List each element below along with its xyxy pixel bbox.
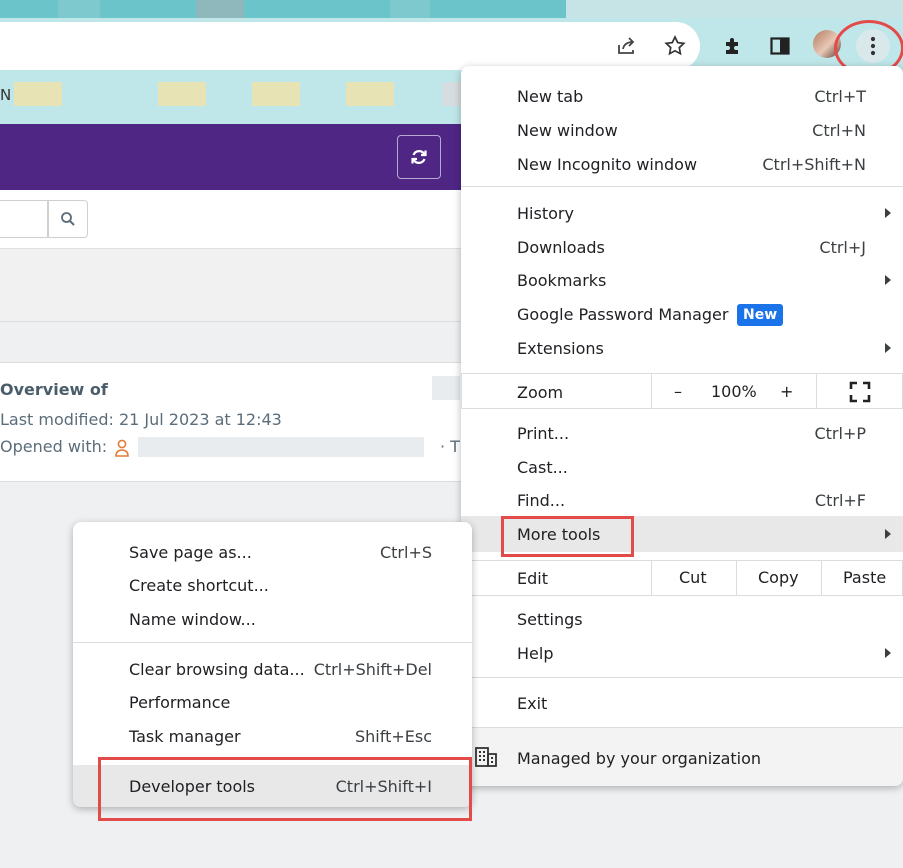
menu-item-print[interactable]: Print... (517, 424, 569, 443)
redacted-block (138, 437, 424, 457)
bookmark-item[interactable] (442, 82, 462, 106)
edit-divider (736, 560, 737, 596)
edit-divider (651, 560, 652, 596)
shortcut-print: Ctrl+P (814, 424, 866, 443)
shortcut-task-manager: Shift+Esc (354, 727, 432, 746)
submenu-item-performance[interactable]: Performance (129, 693, 230, 712)
bookmark-item[interactable] (252, 82, 300, 106)
shortcut-find: Ctrl+F (814, 491, 866, 510)
last-modified-text: Last modified: 21 Jul 2023 at 12:43 (0, 410, 282, 429)
menu-item-edit: Edit (517, 569, 548, 588)
submenu-item-clear-data[interactable]: Clear browsing data... (129, 660, 305, 679)
refresh-icon (411, 150, 427, 164)
menu-divider (461, 186, 903, 187)
chevron-right-icon (885, 529, 891, 539)
tab-strip-segment (58, 0, 100, 18)
refresh-button[interactable] (397, 135, 441, 179)
annotation-box (501, 516, 634, 557)
zoom-out-button[interactable]: – (674, 382, 682, 401)
chevron-right-icon (885, 343, 891, 353)
side-panel-icon[interactable] (765, 31, 795, 61)
tab-strip-segment (390, 0, 430, 18)
filter-area (0, 249, 470, 322)
shortcut-save-page: Ctrl+S (379, 543, 432, 562)
zoom-level: 100% (711, 382, 757, 401)
redacted-block (432, 376, 460, 400)
tab-strip-segment (566, 0, 903, 18)
shortcut-new-tab: Ctrl+T (814, 87, 866, 106)
person-icon (114, 438, 130, 462)
menu-item-downloads[interactable]: Downloads (517, 238, 605, 257)
puzzle-icon[interactable] (718, 31, 748, 61)
star-icon[interactable] (660, 31, 690, 61)
bookmark-item[interactable] (346, 82, 394, 106)
edit-divider (821, 560, 822, 596)
opened-with-label: Opened with: (0, 437, 108, 456)
menu-item-zoom: Zoom (517, 383, 564, 402)
menu-item-new-window[interactable]: New window (517, 121, 618, 140)
building-icon (474, 746, 498, 772)
shortcut-clear-data: Ctrl+Shift+Del (313, 660, 432, 679)
menu-item-extensions[interactable]: Extensions (517, 339, 604, 358)
tab-strip-segment (196, 0, 244, 18)
cut-button[interactable]: Cut (679, 568, 707, 587)
bookmark-label[interactable]: N (0, 86, 11, 104)
submenu-item-save-page[interactable]: Save page as... (129, 543, 252, 562)
menu-item-password-manager[interactable]: Google Password Manager (517, 305, 728, 324)
menu-item-cast[interactable]: Cast... (517, 458, 568, 477)
zoom-in-button[interactable]: + (780, 382, 793, 401)
menu-item-new-tab[interactable]: New tab (517, 87, 583, 106)
menu-item-find[interactable]: Find... (517, 491, 565, 510)
address-bar[interactable] (0, 22, 700, 70)
bookmark-item[interactable] (158, 82, 206, 106)
paste-button[interactable]: Paste (843, 568, 886, 587)
zoom-divider (651, 373, 652, 409)
menu-divider (461, 677, 903, 678)
zoom-divider (816, 373, 817, 409)
opened-with-trailing: · T (440, 437, 460, 456)
search-icon (61, 212, 75, 226)
submenu-item-task-manager[interactable]: Task manager (129, 727, 241, 746)
menu-item-incognito[interactable]: New Incognito window (517, 155, 697, 174)
search-input[interactable] (0, 200, 48, 238)
menu-item-history[interactable]: History (517, 204, 574, 223)
shortcut-new-window: Ctrl+N (812, 121, 866, 140)
managed-label[interactable]: Managed by your organization (517, 749, 761, 768)
chevron-right-icon (885, 648, 891, 658)
shortcut-incognito: Ctrl+Shift+N (762, 155, 866, 174)
new-badge: New (737, 304, 784, 326)
copy-button[interactable]: Copy (758, 568, 799, 587)
item-title[interactable]: Overview of (0, 380, 108, 399)
search-button[interactable] (48, 200, 88, 238)
menu-item-settings[interactable]: Settings (517, 610, 583, 629)
chevron-right-icon (885, 208, 891, 218)
chevron-right-icon (885, 275, 891, 285)
annotation-box (98, 757, 472, 821)
share-icon[interactable] (612, 31, 642, 61)
menu-item-bookmarks[interactable]: Bookmarks (517, 271, 606, 290)
menu-divider (73, 642, 472, 643)
fullscreen-icon[interactable] (849, 381, 871, 407)
submenu-item-create-shortcut[interactable]: Create shortcut... (129, 576, 269, 595)
shortcut-downloads: Ctrl+J (819, 238, 866, 257)
bookmark-item[interactable] (14, 82, 62, 106)
submenu-item-name-window[interactable]: Name window... (129, 610, 256, 629)
menu-item-help[interactable]: Help (517, 644, 553, 663)
menu-item-exit[interactable]: Exit (517, 694, 547, 713)
